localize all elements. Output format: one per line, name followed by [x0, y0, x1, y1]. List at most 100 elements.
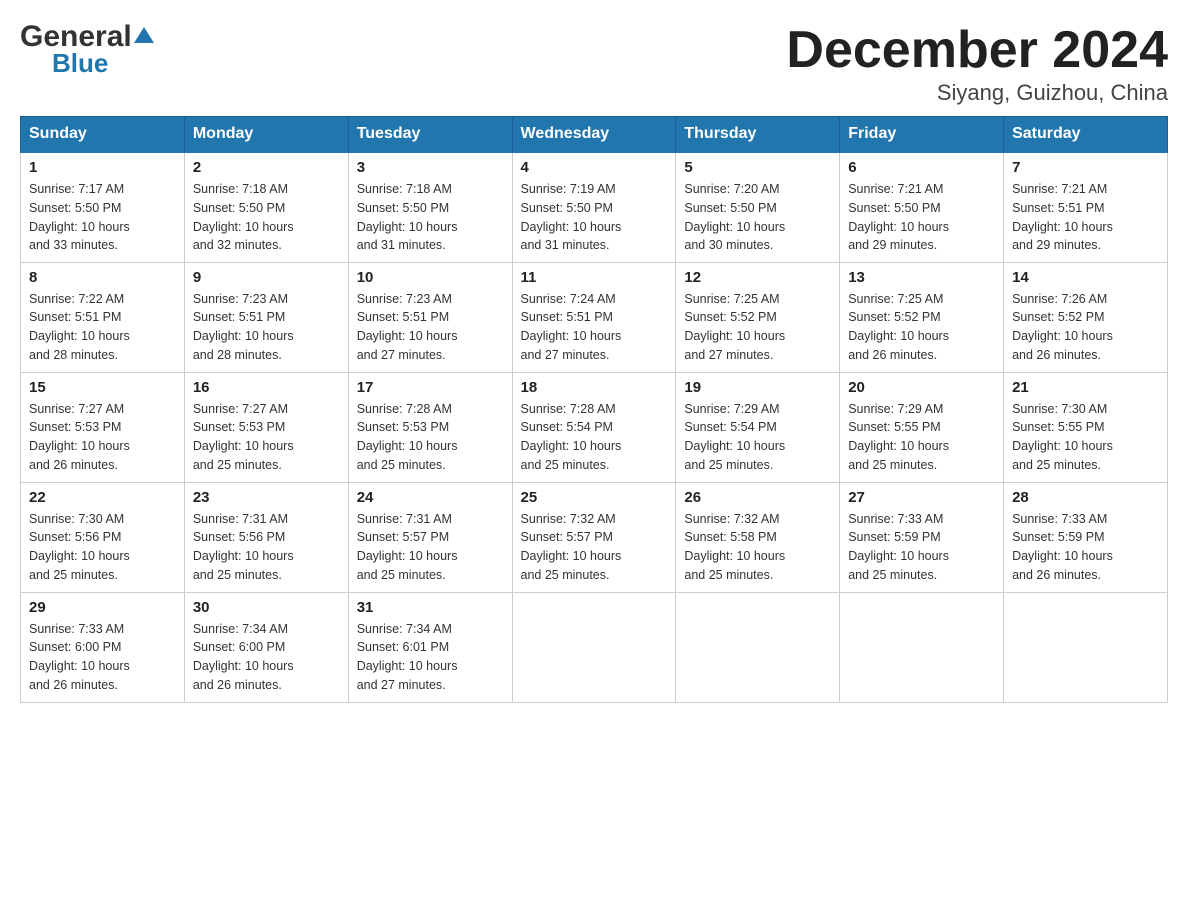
sunrise-text: Sunrise: 7:18 AM [357, 180, 504, 199]
sunrise-text: Sunrise: 7:34 AM [357, 620, 504, 639]
title-block: December 2024 Siyang, Guizhou, China [786, 20, 1168, 106]
day-info: Sunrise: 7:30 AMSunset: 5:55 PMDaylight:… [1012, 400, 1159, 475]
sunset-text: Sunset: 5:53 PM [29, 418, 176, 437]
calendar-week-row: 22Sunrise: 7:30 AMSunset: 5:56 PMDayligh… [21, 482, 1168, 592]
daylight-hours: Daylight: 10 hours [357, 437, 504, 456]
day-number: 2 [193, 159, 340, 176]
calendar-cell: 16Sunrise: 7:27 AMSunset: 5:53 PMDayligh… [184, 372, 348, 482]
day-number: 14 [1012, 269, 1159, 286]
sunset-text: Sunset: 6:00 PM [29, 638, 176, 657]
sunrise-text: Sunrise: 7:34 AM [193, 620, 340, 639]
sunrise-text: Sunrise: 7:31 AM [193, 510, 340, 529]
sunset-text: Sunset: 5:51 PM [357, 308, 504, 327]
calendar-cell: 26Sunrise: 7:32 AMSunset: 5:58 PMDayligh… [676, 482, 840, 592]
day-number: 20 [848, 379, 995, 396]
calendar-cell [840, 592, 1004, 702]
daylight-minutes: and 29 minutes. [1012, 236, 1159, 255]
day-number: 23 [193, 489, 340, 506]
day-number: 8 [29, 269, 176, 286]
day-number: 18 [521, 379, 668, 396]
day-info: Sunrise: 7:27 AMSunset: 5:53 PMDaylight:… [193, 400, 340, 475]
calendar-header-monday: Monday [184, 117, 348, 153]
calendar-cell: 29Sunrise: 7:33 AMSunset: 6:00 PMDayligh… [21, 592, 185, 702]
calendar-header-friday: Friday [840, 117, 1004, 153]
daylight-minutes: and 28 minutes. [29, 346, 176, 365]
sunset-text: Sunset: 5:58 PM [684, 528, 831, 547]
day-number: 28 [1012, 489, 1159, 506]
sunrise-text: Sunrise: 7:33 AM [848, 510, 995, 529]
day-number: 13 [848, 269, 995, 286]
calendar-cell: 24Sunrise: 7:31 AMSunset: 5:57 PMDayligh… [348, 482, 512, 592]
page-subtitle: Siyang, Guizhou, China [786, 80, 1168, 106]
calendar-cell: 8Sunrise: 7:22 AMSunset: 5:51 PMDaylight… [21, 262, 185, 372]
day-info: Sunrise: 7:33 AMSunset: 5:59 PMDaylight:… [1012, 510, 1159, 585]
day-info: Sunrise: 7:30 AMSunset: 5:56 PMDaylight:… [29, 510, 176, 585]
day-number: 21 [1012, 379, 1159, 396]
sunset-text: Sunset: 5:55 PM [848, 418, 995, 437]
day-number: 4 [521, 159, 668, 176]
day-info: Sunrise: 7:19 AMSunset: 5:50 PMDaylight:… [521, 180, 668, 255]
sunrise-text: Sunrise: 7:27 AM [29, 400, 176, 419]
sunrise-text: Sunrise: 7:20 AM [684, 180, 831, 199]
daylight-hours: Daylight: 10 hours [193, 327, 340, 346]
daylight-hours: Daylight: 10 hours [684, 547, 831, 566]
calendar-header-wednesday: Wednesday [512, 117, 676, 153]
sunset-text: Sunset: 5:59 PM [1012, 528, 1159, 547]
daylight-hours: Daylight: 10 hours [1012, 327, 1159, 346]
sunset-text: Sunset: 5:54 PM [684, 418, 831, 437]
daylight-minutes: and 25 minutes. [193, 456, 340, 475]
sunset-text: Sunset: 5:52 PM [1012, 308, 1159, 327]
calendar-cell: 4 Sunrise: 7:19 AMSunset: 5:50 PMDaylight… [512, 152, 676, 262]
calendar-cell: 22Sunrise: 7:30 AMSunset: 5:56 PMDayligh… [21, 482, 185, 592]
calendar-cell: 2 Sunrise: 7:18 AMSunset: 5:50 PMDaylight… [184, 152, 348, 262]
daylight-minutes: and 33 minutes. [29, 236, 176, 255]
calendar-table: SundayMondayTuesdayWednesdayThursdayFrid… [20, 116, 1168, 703]
day-number: 25 [521, 489, 668, 506]
daylight-hours: Daylight: 10 hours [29, 327, 176, 346]
daylight-hours: Daylight: 10 hours [684, 218, 831, 237]
daylight-hours: Daylight: 10 hours [848, 327, 995, 346]
day-info: Sunrise: 7:21 AMSunset: 5:50 PMDaylight:… [848, 180, 995, 255]
daylight-minutes: and 31 minutes. [357, 236, 504, 255]
calendar-header-row: SundayMondayTuesdayWednesdayThursdayFrid… [21, 117, 1168, 153]
daylight-minutes: and 27 minutes. [357, 676, 504, 695]
sunset-text: Sunset: 5:51 PM [1012, 199, 1159, 218]
daylight-minutes: and 26 minutes. [29, 676, 176, 695]
daylight-hours: Daylight: 10 hours [193, 437, 340, 456]
sunset-text: Sunset: 5:56 PM [29, 528, 176, 547]
day-number: 10 [357, 269, 504, 286]
calendar-cell: 13Sunrise: 7:25 AMSunset: 5:52 PMDayligh… [840, 262, 1004, 372]
calendar-cell: 31Sunrise: 7:34 AMSunset: 6:01 PMDayligh… [348, 592, 512, 702]
daylight-minutes: and 25 minutes. [848, 456, 995, 475]
day-info: Sunrise: 7:32 AMSunset: 5:58 PMDaylight:… [684, 510, 831, 585]
sunset-text: Sunset: 5:50 PM [357, 199, 504, 218]
daylight-minutes: and 25 minutes. [1012, 456, 1159, 475]
sunset-text: Sunset: 5:50 PM [29, 199, 176, 218]
sunset-text: Sunset: 5:55 PM [1012, 418, 1159, 437]
day-number: 19 [684, 379, 831, 396]
calendar-cell [512, 592, 676, 702]
logo: General Blue [20, 20, 154, 79]
sunset-text: Sunset: 5:51 PM [521, 308, 668, 327]
day-info: Sunrise: 7:18 AMSunset: 5:50 PMDaylight:… [193, 180, 340, 255]
day-number: 17 [357, 379, 504, 396]
sunset-text: Sunset: 5:59 PM [848, 528, 995, 547]
daylight-hours: Daylight: 10 hours [1012, 437, 1159, 456]
daylight-hours: Daylight: 10 hours [521, 327, 668, 346]
day-info: Sunrise: 7:34 AMSunset: 6:00 PMDaylight:… [193, 620, 340, 695]
sunrise-text: Sunrise: 7:23 AM [193, 290, 340, 309]
day-info: Sunrise: 7:29 AMSunset: 5:54 PMDaylight:… [684, 400, 831, 475]
calendar-cell: 23Sunrise: 7:31 AMSunset: 5:56 PMDayligh… [184, 482, 348, 592]
daylight-minutes: and 26 minutes. [29, 456, 176, 475]
day-info: Sunrise: 7:23 AMSunset: 5:51 PMDaylight:… [357, 290, 504, 365]
daylight-minutes: and 25 minutes. [193, 566, 340, 585]
sunrise-text: Sunrise: 7:21 AM [1012, 180, 1159, 199]
calendar-cell: 19 Sunrise: 7:29 AMSunset: 5:54 PMDayligh… [676, 372, 840, 482]
daylight-minutes: and 30 minutes. [684, 236, 831, 255]
calendar-cell: 27Sunrise: 7:33 AMSunset: 5:59 PMDayligh… [840, 482, 1004, 592]
calendar-cell: 25Sunrise: 7:32 AMSunset: 5:57 PMDayligh… [512, 482, 676, 592]
day-info: Sunrise: 7:28 AMSunset: 5:54 PMDaylight:… [521, 400, 668, 475]
day-number: 24 [357, 489, 504, 506]
daylight-minutes: and 25 minutes. [357, 456, 504, 475]
calendar-cell: 6Sunrise: 7:21 AMSunset: 5:50 PMDaylight… [840, 152, 1004, 262]
